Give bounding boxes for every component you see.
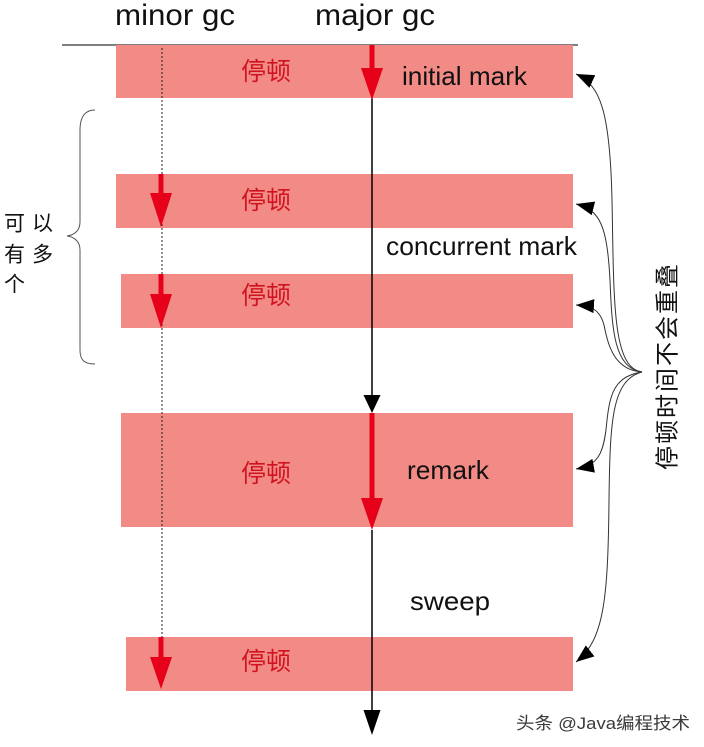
watermark: 头条 @Java编程技术 (516, 714, 690, 733)
major-gc-header: major gc (315, 0, 435, 32)
pause-label: 停顿 (241, 460, 291, 488)
pause-box-minor-2 (121, 274, 573, 328)
cms-gc-diagram: minor gc major gc 停顿 停顿 停顿 停顿 停顿 initial (4, 0, 691, 735)
connector-arrow-to-minor-pause-2 (575, 299, 643, 373)
left-curly-brace (66, 109, 96, 365)
minor-gc-header: minor gc (115, 0, 235, 32)
left-annotation-line-1: 可以 (4, 213, 60, 236)
pause-box-minor-1 (116, 174, 573, 228)
pause-box-minor-3 (126, 637, 573, 691)
connector-arrow-to-remark (575, 371, 643, 473)
phase-label-remark: remark (407, 455, 490, 485)
left-annotation-line-2: 有多 (4, 244, 60, 267)
connector-arrow-to-minor-pause-1 (575, 201, 643, 373)
connector-arrow-to-minor-pause-3 (575, 371, 643, 663)
phase-label-initial-mark: initial mark (402, 61, 528, 91)
pause-label: 停顿 (241, 648, 291, 676)
pause-label: 停顿 (241, 282, 291, 310)
left-annotation-line-3: 个 (4, 274, 32, 297)
major-gc-arrowhead-1 (363, 395, 381, 413)
major-gc-arrowhead-end (363, 710, 381, 735)
phase-label-concurrent-mark: concurrent mark (386, 231, 578, 261)
pause-label: 停顿 (241, 187, 291, 215)
pause-box-remark (121, 413, 573, 527)
pause-label: 停顿 (241, 58, 291, 86)
connector-arrow-to-initial-mark (575, 73, 643, 373)
phase-label-sweep: sweep (410, 586, 490, 616)
right-annotation: 停顿时间不会重叠 (655, 262, 682, 470)
